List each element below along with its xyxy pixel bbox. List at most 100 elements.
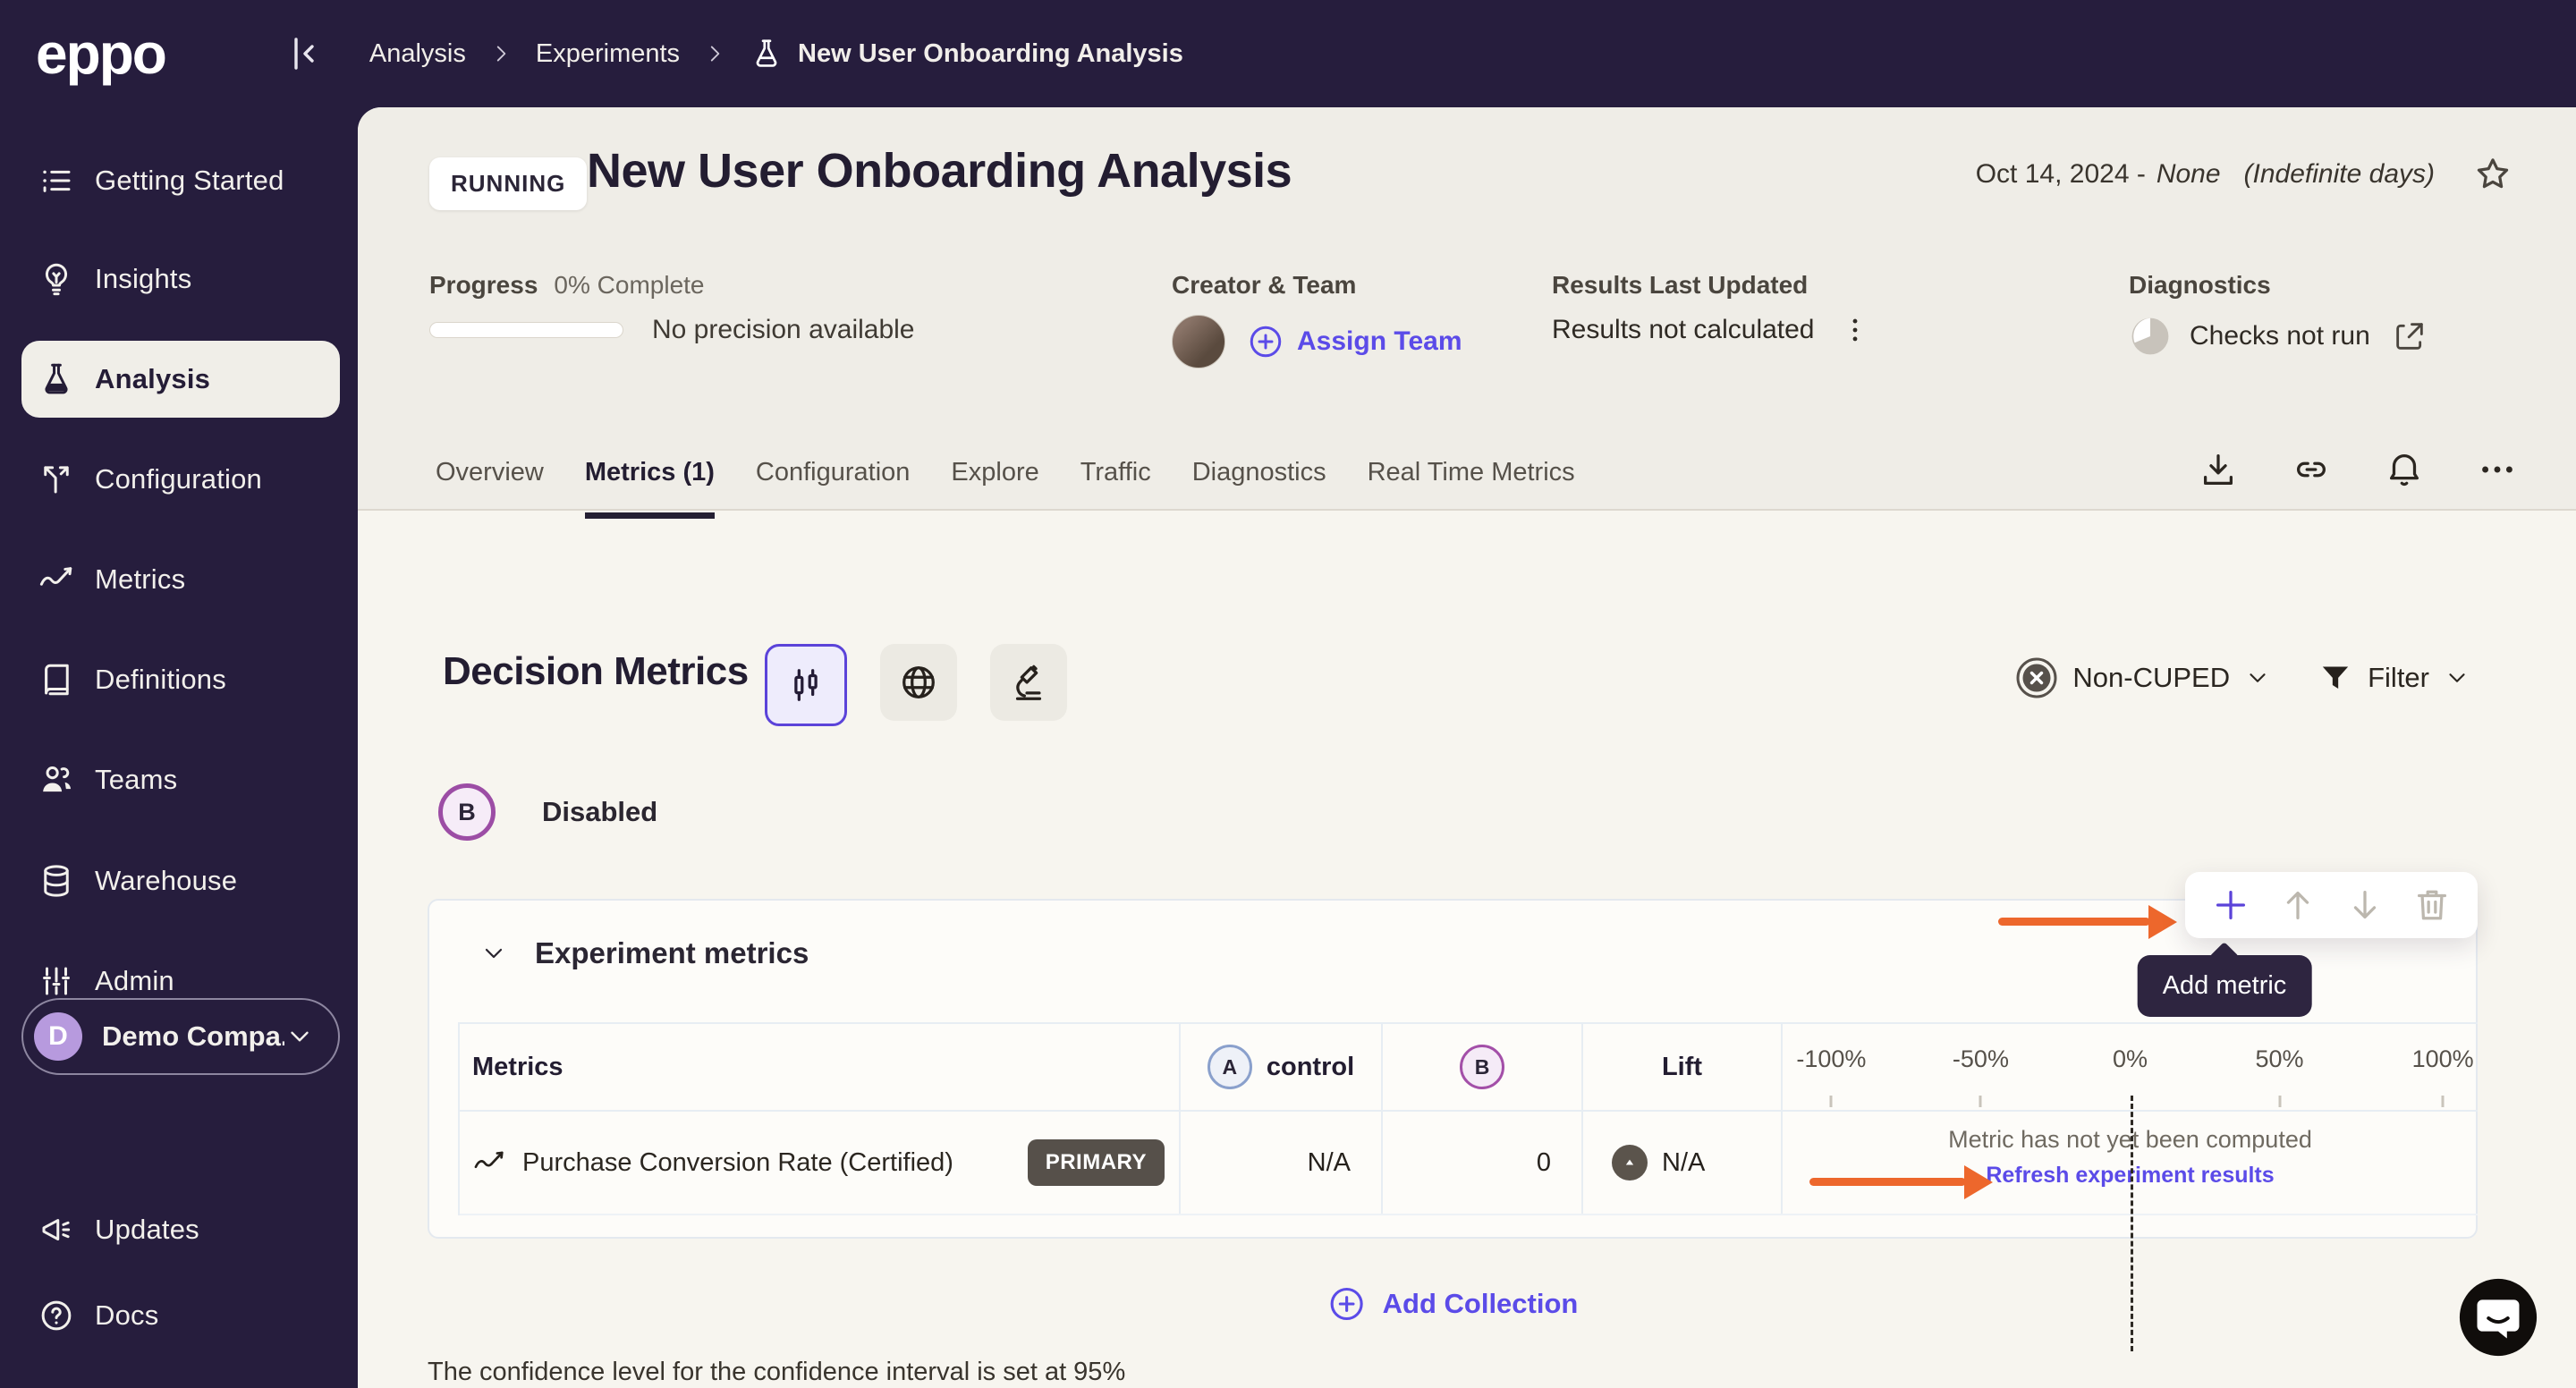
add-metric-icon[interactable]: [2210, 884, 2251, 926]
chevron-right-icon: [489, 42, 513, 65]
add-collection-label: Add Collection: [1383, 1288, 1579, 1320]
sidebar-item-insights[interactable]: Insights: [0, 239, 358, 319]
zero-baseline: [2131, 1096, 2133, 1351]
sidebar-item-getting-started[interactable]: Getting Started: [0, 140, 358, 221]
metrics-toolbar: [2185, 872, 2478, 938]
download-icon[interactable]: [2198, 449, 2239, 490]
external-link-icon[interactable]: [2392, 318, 2428, 354]
tab-configuration[interactable]: Configuration: [756, 458, 911, 510]
sidebar-collapse-icon[interactable]: [282, 32, 325, 75]
plus-circle-icon: [1247, 323, 1284, 360]
sidebar-item-label: Insights: [95, 263, 191, 295]
diagnostics-status-icon: [2129, 315, 2172, 358]
metric-group-title: Experiment metrics: [535, 936, 809, 970]
breadcrumb: Analysis Experiments New User Onboarding…: [369, 37, 1183, 71]
chevron-down-icon: [284, 1021, 315, 1052]
lift-direction-icon: [1612, 1145, 1648, 1181]
primary-badge: PRIMARY: [1028, 1139, 1165, 1186]
microscope-icon: [1008, 662, 1049, 703]
sidebar-item-analysis[interactable]: Analysis: [21, 341, 340, 418]
more-options-icon[interactable]: [2477, 449, 2518, 490]
creator-team-label: Creator & Team: [1172, 271, 1356, 300]
cuped-off-icon: [2015, 656, 2058, 699]
flask-icon: [750, 37, 784, 71]
breadcrumb-analysis[interactable]: Analysis: [369, 39, 466, 69]
sidebar-item-metrics[interactable]: Metrics: [0, 539, 358, 620]
globe-icon: [898, 662, 939, 703]
sidebar-item-label: Docs: [95, 1299, 158, 1332]
tab-overview[interactable]: Overview: [436, 458, 544, 510]
sidebar-item-warehouse[interactable]: Warehouse: [0, 841, 358, 921]
filter-button[interactable]: Filter: [2318, 660, 2470, 696]
sidebar-item-label: Definitions: [95, 664, 226, 696]
add-collection-button[interactable]: Add Collection: [1327, 1284, 1579, 1324]
sidebar-item-teams[interactable]: Teams: [0, 740, 358, 820]
scale-tick: [2278, 1096, 2281, 1107]
plus-circle-icon: [1327, 1284, 1367, 1324]
scale-label: -50%: [1953, 1045, 2009, 1073]
metrics-table: Metrics A control B Lift -100% -50% 0% 5…: [458, 1022, 2478, 1215]
cuped-label: Non-CUPED: [2072, 662, 2230, 694]
page-title: New User Onboarding Analysis: [587, 143, 1292, 199]
annotation-arrow: [1809, 1178, 1966, 1186]
breadcrumb-experiments[interactable]: Experiments: [536, 39, 680, 69]
scale-label: -100%: [1796, 1045, 1866, 1073]
sidebar-item-docs[interactable]: Docs: [0, 1275, 358, 1356]
table-header-row: Metrics A control B Lift -100% -50% 0% 5…: [460, 1022, 2478, 1112]
assign-team-button[interactable]: Assign Team: [1247, 323, 1462, 360]
move-up-icon[interactable]: [2277, 884, 2318, 926]
annotation-arrow: [1998, 918, 2150, 926]
scale-label: 100%: [2412, 1045, 2474, 1073]
eppo-logo[interactable]: eppo: [36, 25, 165, 82]
flask-icon: [38, 360, 75, 398]
sidebar-item-label: Analysis: [95, 363, 210, 395]
variant-state-label: Disabled: [542, 796, 657, 828]
tab-real-time-metrics[interactable]: Real Time Metrics: [1368, 458, 1575, 510]
sidebar-item-configuration[interactable]: Configuration: [0, 439, 358, 520]
chart-line-icon: [38, 561, 75, 598]
metric-name[interactable]: Purchase Conversion Rate (Certified): [522, 1148, 953, 1178]
collapse-chevron-icon[interactable]: [479, 939, 508, 968]
tab-metrics[interactable]: Metrics (1): [585, 458, 715, 510]
scale-tick: [1979, 1096, 1982, 1107]
sidebar-item-updates[interactable]: Updates: [0, 1189, 358, 1270]
variant-b-badge: B: [1460, 1045, 1504, 1089]
creator-avatar: [1172, 315, 1225, 368]
global-view-toggle[interactable]: [880, 644, 957, 721]
lightbulb-icon: [38, 260, 75, 298]
breadcrumb-current: New User Onboarding Analysis: [750, 37, 1183, 71]
chevron-down-icon: [2444, 664, 2470, 691]
experiment-dates: Oct 14, 2024 - None (Indefinite days): [1976, 159, 2435, 190]
sidebar-item-label: Metrics: [95, 563, 185, 596]
col-lift: Lift: [1662, 1053, 1702, 1082]
add-metric-tooltip: Add metric: [2138, 955, 2312, 1017]
metric-row: Purchase Conversion Rate (Certified) PRI…: [460, 1112, 2478, 1215]
confidence-interval-view-toggle[interactable]: [765, 644, 847, 726]
chat-widget-button[interactable]: [2456, 1275, 2540, 1359]
tab-traffic[interactable]: Traffic: [1080, 458, 1151, 510]
date-start: Oct 14, 2024 -: [1976, 159, 2146, 190]
split-arrows-icon: [38, 461, 75, 498]
workspace-switcher[interactable]: D Demo Compa...: [21, 998, 340, 1075]
star-icon[interactable]: [2472, 154, 2513, 195]
move-down-icon[interactable]: [2344, 884, 2385, 926]
book-icon: [38, 661, 75, 698]
help-icon: [38, 1297, 75, 1334]
candlestick-icon: [785, 664, 826, 706]
deep-dive-view-toggle[interactable]: [990, 644, 1067, 721]
chevron-right-icon: [703, 42, 726, 65]
link-icon[interactable]: [2291, 449, 2332, 490]
sidebar-item-definitions[interactable]: Definitions: [0, 639, 358, 720]
cuped-selector[interactable]: Non-CUPED: [2015, 656, 2271, 699]
megaphone-icon: [38, 1211, 75, 1248]
sidebar-item-label: Configuration: [95, 463, 262, 495]
sidebar-item-label: Getting Started: [95, 165, 284, 197]
lift-value: N/A: [1662, 1148, 1705, 1178]
delete-icon[interactable]: [2411, 884, 2453, 926]
date-end: None: [2157, 159, 2221, 190]
progress-label: Progress 0% Complete: [429, 271, 705, 300]
bell-icon[interactable]: [2384, 449, 2425, 490]
tab-diagnostics[interactable]: Diagnostics: [1192, 458, 1326, 510]
tab-explore[interactable]: Explore: [951, 458, 1038, 510]
kebab-menu-icon[interactable]: [1840, 315, 1870, 345]
